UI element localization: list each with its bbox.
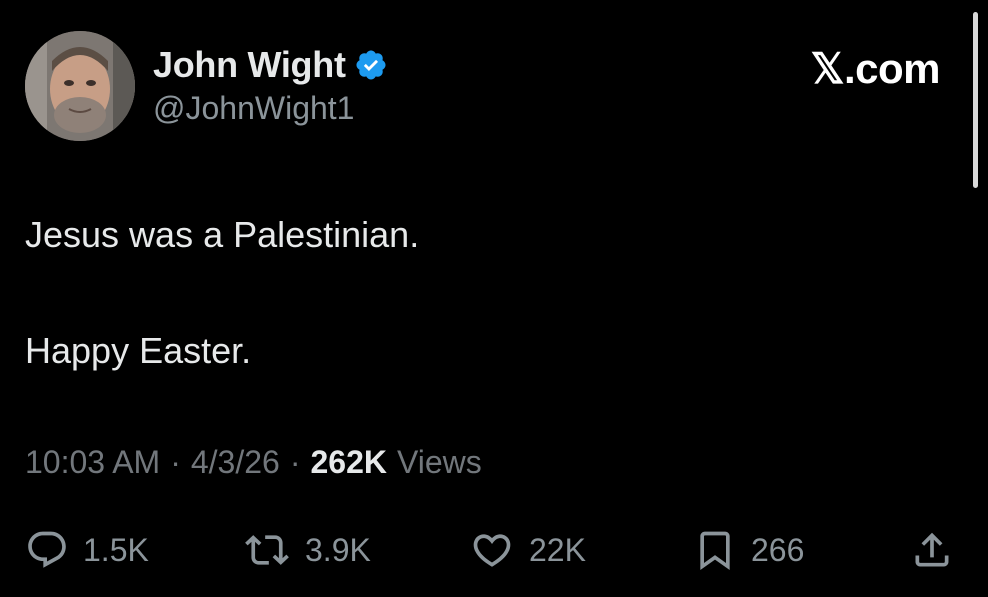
views-count: 262K	[310, 444, 387, 480]
bookmark-button[interactable]: 266	[693, 524, 804, 576]
like-count: 22K	[529, 531, 586, 568]
author-name-row[interactable]: John Wight	[153, 43, 388, 87]
views-label: Views	[396, 444, 482, 480]
like-icon	[473, 534, 511, 567]
author-handle[interactable]: @JohnWight1	[153, 90, 354, 127]
tweet-time[interactable]: 10:03 AM	[25, 444, 160, 481]
reply-count: 1.5K	[83, 531, 149, 568]
bookmark-count: 266	[751, 531, 805, 568]
verified-badge-icon	[356, 50, 386, 80]
avatar[interactable]	[25, 31, 135, 141]
share-icon	[915, 532, 949, 567]
repost-button[interactable]: 3.9K	[243, 524, 371, 576]
bookmark-icon	[700, 531, 730, 571]
tweet-date[interactable]: 4/3/26	[191, 444, 280, 481]
repost-icon	[245, 535, 289, 565]
repost-count: 3.9K	[305, 531, 371, 568]
share-button[interactable]	[910, 524, 954, 576]
tweet-text-line-1: Jesus was a Palestinian.	[25, 214, 420, 255]
brand-watermark: 𝕏.com	[810, 45, 941, 92]
tweet-meta: 10:03 AM · 4/3/26 · 262K Views	[25, 444, 482, 481]
meta-separator: ·	[170, 444, 181, 480]
avatar-photo	[25, 31, 135, 141]
like-button[interactable]: 22K	[469, 524, 586, 576]
scrollbar[interactable]	[973, 12, 978, 188]
author-display-name[interactable]: John Wight	[153, 44, 346, 86]
reply-icon	[28, 531, 66, 568]
meta-separator: ·	[289, 444, 301, 480]
reply-button[interactable]: 1.5K	[25, 524, 149, 576]
tweet-actions-bar: 1.5K 3.9K 22K 266	[25, 524, 960, 576]
tweet-text-line-2: Happy Easter.	[25, 330, 252, 371]
